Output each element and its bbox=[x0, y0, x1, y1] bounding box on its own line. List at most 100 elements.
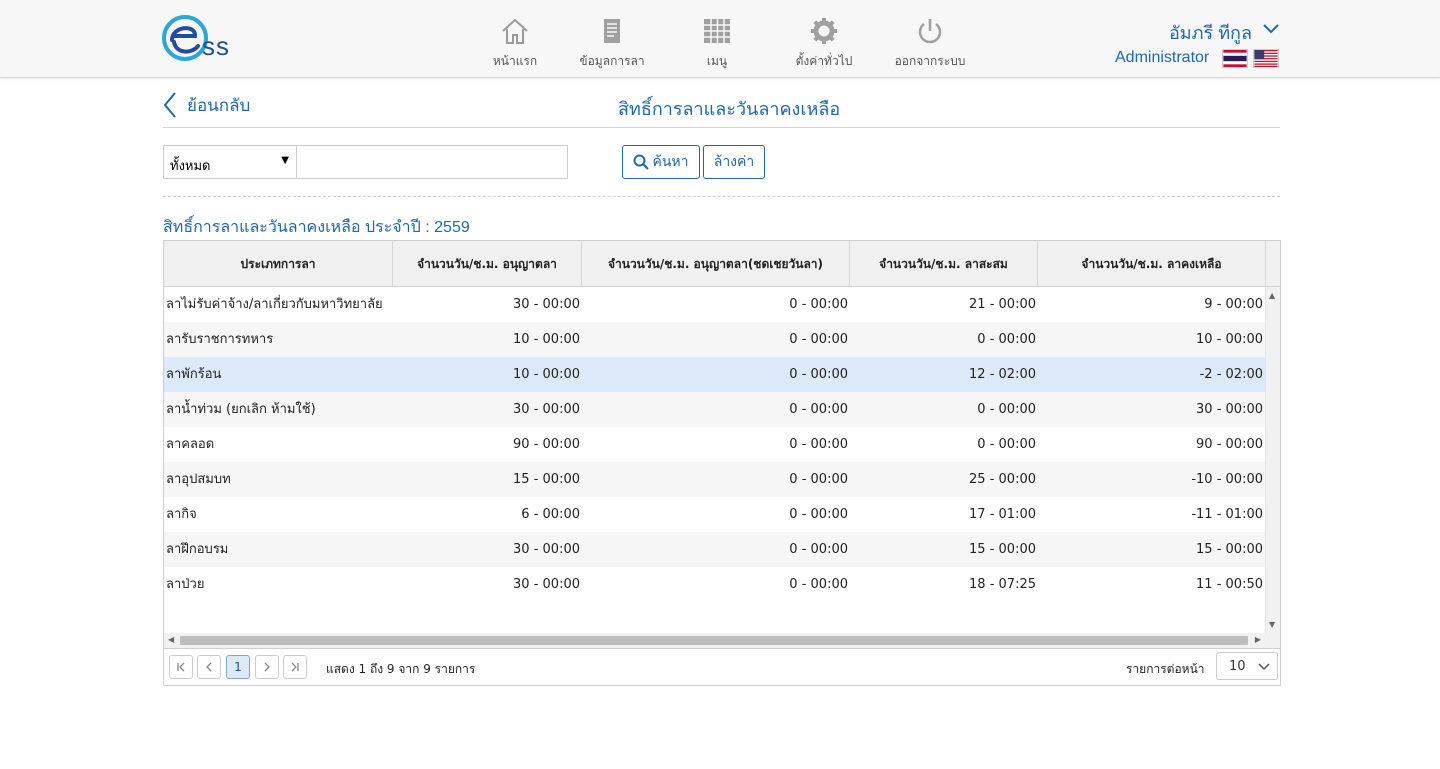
cell-value: 25 - 00:00 bbox=[969, 472, 1036, 487]
column-header-allowed[interactable]: จำนวนวัน/ช.ม. อนุญาตลา bbox=[393, 241, 582, 287]
nav-item-menu[interactable]: เมนู bbox=[662, 14, 772, 70]
table-row[interactable]: ลากิจ 6 - 00:00 0 - 00:00 17 - 01:00 -11 - 0… bbox=[164, 497, 1265, 532]
nav-label: ออกจากระบบ bbox=[894, 54, 966, 68]
caret-down-icon: ▼ bbox=[281, 155, 289, 166]
table-row[interactable]: ลาพักร้อน 10 - 00:00 0 - 00:00 12 - 02:00 -2… bbox=[164, 357, 1265, 392]
cell-value: 30 - 00:00 bbox=[1196, 402, 1263, 417]
cell-value: 90 - 00:00 bbox=[513, 437, 580, 452]
cell-value: 0 - 00:00 bbox=[789, 577, 848, 592]
back-button[interactable]: ย้อนกลับ bbox=[163, 89, 250, 121]
vertical-scrollbar[interactable]: ▲ ▼ bbox=[1265, 287, 1280, 633]
search-button[interactable]: ค้นหา bbox=[622, 145, 700, 179]
table-row[interactable]: ลาไม่รับค่าจ้าง/ลาเกี่ยวกับมหาวิทยาลัย 30… bbox=[164, 287, 1265, 322]
table-row[interactable]: ลาคลอด 90 - 00:00 0 - 00:00 0 - 00:00 90 - 0… bbox=[164, 427, 1265, 462]
cell-leave-type: ลารับราชการทหาร bbox=[166, 332, 274, 347]
table-row[interactable]: ลาป่วย 30 - 00:00 0 - 00:00 18 - 07:25 11 - … bbox=[164, 567, 1265, 602]
thai-flag-icon[interactable] bbox=[1222, 49, 1248, 68]
first-page-button[interactable] bbox=[169, 655, 193, 679]
cell-value: 0 - 00:00 bbox=[789, 542, 848, 557]
filter-select-value: ทั้งหมด bbox=[170, 159, 211, 174]
last-page-button[interactable] bbox=[283, 655, 307, 679]
cell-value: 0 - 00:00 bbox=[789, 297, 848, 312]
cell-leave-type: ลาคลอด bbox=[166, 437, 215, 452]
next-page-button[interactable] bbox=[255, 655, 279, 679]
column-header-accumulated[interactable]: จำนวนวัน/ช.ม. ลาสะสม bbox=[850, 241, 1038, 287]
table-row[interactable]: ลาฝึกอบรม 30 - 00:00 0 - 00:00 15 - 00:00 15… bbox=[164, 532, 1265, 567]
cell-leave-type: ลากิจ bbox=[166, 507, 197, 522]
filter-select[interactable]: ทั้งหมด ▼ bbox=[163, 145, 296, 179]
pager: 1 แสดง 1 ถึง 9 จาก 9 รายการ รายการต่อหน้… bbox=[164, 648, 1280, 685]
cell-value: 0 - 00:00 bbox=[977, 437, 1036, 452]
gear-icon bbox=[811, 18, 837, 44]
back-label: ย้อนกลับ bbox=[187, 95, 251, 115]
nav-item-leave-info[interactable]: ข้อมูลการลา bbox=[557, 14, 667, 70]
search-input[interactable] bbox=[296, 145, 568, 179]
nav-item-settings[interactable]: ตั้งค่าทั่วไป bbox=[769, 14, 879, 70]
ess-logo[interactable]: ss bbox=[162, 12, 254, 66]
main-nav: หน้าแรก ข้อมูลการลา เมนู ตั้งค่าทั่วไป อ… bbox=[460, 14, 990, 70]
clear-button-label: ล้างค่า bbox=[713, 153, 755, 169]
page-number-button[interactable]: 1 bbox=[226, 655, 250, 679]
cell-value: 11 - 00:50 bbox=[1196, 577, 1263, 592]
last-page-icon bbox=[291, 662, 299, 672]
nav-label: ข้อมูลการลา bbox=[579, 54, 645, 68]
cell-value: 30 - 00:00 bbox=[513, 577, 580, 592]
cell-value: 10 - 00:00 bbox=[513, 367, 580, 382]
horizontal-scroll-thumb[interactable] bbox=[180, 636, 1248, 645]
page-title: สิทธิ์การลาและวันลาคงเหลือ bbox=[618, 99, 841, 119]
cell-value: 0 - 00:00 bbox=[789, 472, 848, 487]
cell-value: 15 - 00:00 bbox=[969, 542, 1036, 557]
grid-body: ลาไม่รับค่าจ้าง/ลาเกี่ยวกับมหาวิทยาลัย 30… bbox=[164, 287, 1265, 633]
cell-value: 0 - 00:00 bbox=[789, 367, 848, 382]
cell-value: -10 - 00:00 bbox=[1191, 472, 1263, 487]
column-header-leave-type[interactable]: ประเภทการลา bbox=[164, 241, 393, 287]
us-flag-icon[interactable] bbox=[1253, 49, 1279, 68]
cell-value: 9 - 00:00 bbox=[1204, 297, 1263, 312]
column-header-remaining[interactable]: จำนวนวัน/ช.ม. ลาคงเหลือ bbox=[1038, 241, 1266, 287]
cell-value: 15 - 00:00 bbox=[1196, 542, 1263, 557]
chevron-left-icon bbox=[206, 662, 212, 672]
scroll-right-icon[interactable]: ▶ bbox=[1255, 635, 1261, 644]
chevron-down-icon bbox=[1258, 663, 1270, 671]
cell-leave-type: ลาไม่รับค่าจ้าง/ลาเกี่ยวกับมหาวิทยาลัย bbox=[166, 297, 383, 312]
cell-value: 10 - 00:00 bbox=[1196, 332, 1263, 347]
nav-label: เมนู bbox=[706, 54, 728, 68]
cell-value: 90 - 00:00 bbox=[1196, 437, 1263, 452]
scroll-left-icon[interactable]: ◀ bbox=[168, 635, 174, 644]
user-role: Administrator bbox=[1115, 49, 1210, 66]
per-page-label: รายการต่อหน้า bbox=[1126, 662, 1205, 676]
document-icon bbox=[604, 19, 620, 43]
nav-item-home[interactable]: หน้าแรก bbox=[460, 14, 570, 70]
scroll-down-icon[interactable]: ▼ bbox=[1269, 620, 1275, 629]
power-icon bbox=[918, 19, 942, 44]
nav-item-logout[interactable]: ออกจากระบบ bbox=[875, 14, 985, 70]
scroll-corner bbox=[1265, 633, 1280, 648]
cell-value: 6 - 00:00 bbox=[521, 507, 580, 522]
cell-value: 17 - 01:00 bbox=[969, 507, 1036, 522]
cell-leave-type: ลาฝึกอบรม bbox=[166, 542, 229, 557]
chevron-down-icon[interactable] bbox=[1262, 20, 1280, 38]
leave-entitlement-grid: ประเภทการลา จำนวนวัน/ช.ม. อนุญาตลา จำนวน… bbox=[163, 240, 1281, 686]
cell-value: 30 - 00:00 bbox=[513, 402, 580, 417]
table-row[interactable]: ลารับราชการทหาร 10 - 00:00 0 - 00:00 0 - 00… bbox=[164, 322, 1265, 357]
home-icon bbox=[502, 18, 528, 44]
clear-button[interactable]: ล้างค่า bbox=[703, 145, 765, 179]
column-header-allowed-compensation[interactable]: จำนวนวัน/ช.ม. อนุญาตลา(ชดเชยวันลา) bbox=[582, 241, 850, 287]
cell-leave-type: ลาอุปสมบท bbox=[166, 472, 231, 487]
cell-value: 10 - 00:00 bbox=[513, 332, 580, 347]
cell-value: 15 - 00:00 bbox=[513, 472, 580, 487]
scroll-up-icon[interactable]: ▲ bbox=[1269, 291, 1275, 300]
cell-value: 30 - 00:00 bbox=[513, 297, 580, 312]
chevron-right-icon bbox=[264, 662, 270, 672]
user-name[interactable]: อัมภรี ทีกูล bbox=[1169, 18, 1252, 47]
table-row[interactable]: ลาน้ำท่วม (ยกเลิก ห้ามใช้) 30 - 00:00 0 - … bbox=[164, 392, 1265, 427]
prev-page-button[interactable] bbox=[197, 655, 221, 679]
per-page-select[interactable]: 10 bbox=[1216, 652, 1278, 680]
cell-value: 0 - 00:00 bbox=[789, 332, 848, 347]
cell-value: 21 - 00:00 bbox=[969, 297, 1036, 312]
pager-info: แสดง 1 ถึง 9 จาก 9 รายการ bbox=[326, 662, 476, 676]
cell-value: 0 - 00:00 bbox=[789, 402, 848, 417]
cell-value: 0 - 00:00 bbox=[977, 332, 1036, 347]
table-row[interactable]: ลาอุปสมบท 15 - 00:00 0 - 00:00 25 - 00:00 -1… bbox=[164, 462, 1265, 497]
horizontal-scrollbar[interactable]: ◀ ▶ bbox=[164, 633, 1265, 648]
